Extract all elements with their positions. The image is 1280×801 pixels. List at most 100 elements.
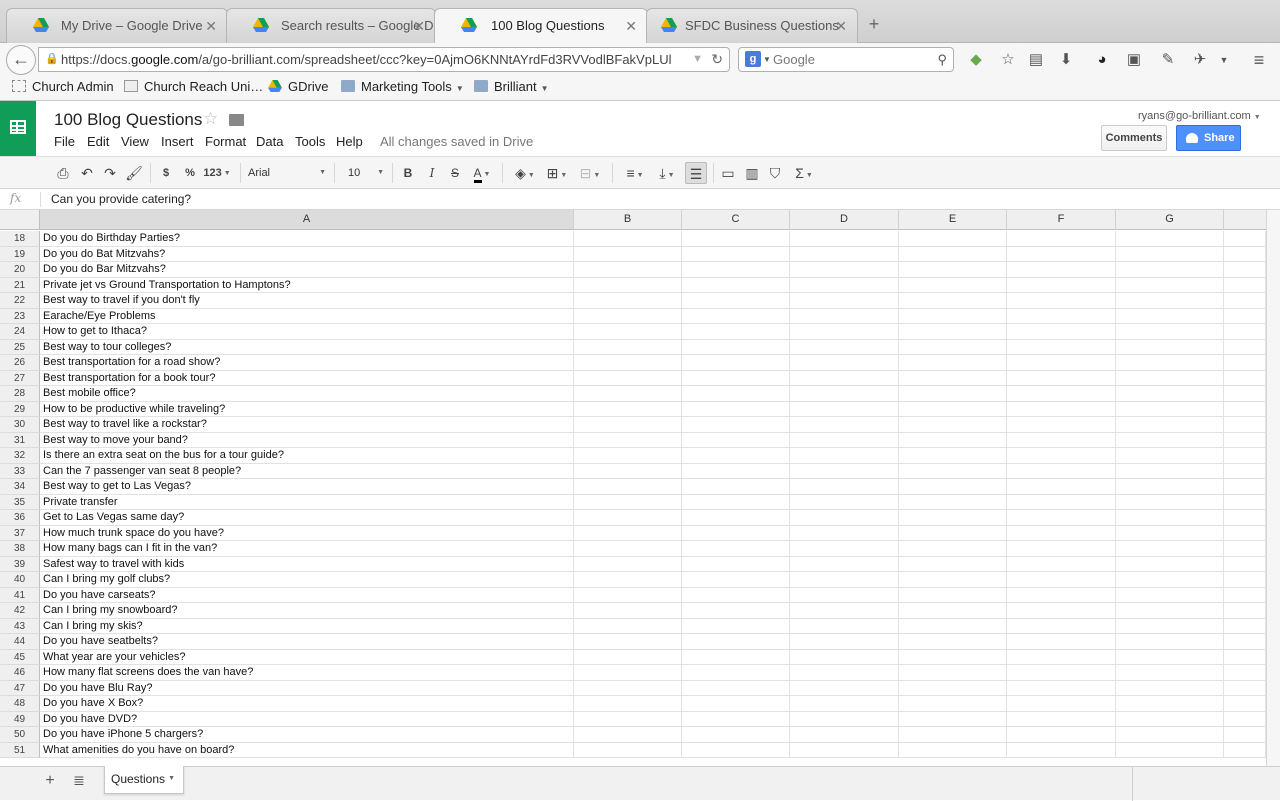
cell-empty[interactable]	[790, 339, 899, 355]
cell-empty[interactable]	[682, 339, 790, 355]
insert-comment-icon[interactable]: ▭	[719, 162, 737, 184]
cell-empty[interactable]	[1224, 649, 1266, 665]
cell-empty[interactable]	[899, 432, 1007, 448]
row-header[interactable]: 32	[0, 448, 40, 464]
cell-empty[interactable]	[1007, 618, 1116, 634]
search-input[interactable]: g ▼ Google ⚲	[738, 47, 954, 72]
cell-empty[interactable]	[899, 494, 1007, 510]
cell-empty[interactable]	[790, 386, 899, 402]
cell-empty[interactable]	[574, 587, 682, 603]
cell-empty[interactable]	[790, 494, 899, 510]
row-header[interactable]: 21	[0, 277, 40, 293]
menu-insert[interactable]: Insert	[161, 134, 194, 149]
cell-empty[interactable]	[1116, 510, 1224, 526]
cell-empty[interactable]	[1116, 463, 1224, 479]
add-sheet-button[interactable]: +	[42, 772, 58, 790]
cell-empty[interactable]	[574, 541, 682, 557]
cell-empty[interactable]	[682, 308, 790, 324]
cell-empty[interactable]	[790, 293, 899, 309]
cell-empty[interactable]	[899, 696, 1007, 712]
search-icon[interactable]: ⚲	[937, 48, 947, 71]
cell-empty[interactable]	[682, 448, 790, 464]
cell-empty[interactable]	[1224, 463, 1266, 479]
row-header[interactable]: 26	[0, 355, 40, 371]
cell-a[interactable]: Best transportation for a road show?	[40, 355, 574, 371]
cell-empty[interactable]	[1224, 246, 1266, 262]
cell-a[interactable]: Do you have carseats?	[40, 587, 574, 603]
cell-empty[interactable]	[1007, 277, 1116, 293]
cell-empty[interactable]	[682, 618, 790, 634]
extension-icon[interactable]: ✎	[1156, 48, 1180, 72]
cell-empty[interactable]	[899, 587, 1007, 603]
cell-empty[interactable]	[574, 246, 682, 262]
cell-empty[interactable]	[1116, 711, 1224, 727]
cell-empty[interactable]	[790, 262, 899, 278]
cell-empty[interactable]	[574, 711, 682, 727]
cell-empty[interactable]	[1007, 696, 1116, 712]
row-header[interactable]: 27	[0, 370, 40, 386]
cell-a[interactable]: Do you have seatbelts?	[40, 634, 574, 650]
cell-empty[interactable]	[790, 308, 899, 324]
cell-empty[interactable]	[574, 572, 682, 588]
cell-a[interactable]: Best way to tour colleges?	[40, 339, 574, 355]
cell-empty[interactable]	[574, 370, 682, 386]
cell-empty[interactable]	[1224, 448, 1266, 464]
cell-empty[interactable]	[790, 618, 899, 634]
paint-format-icon[interactable]: 🖌	[125, 162, 143, 184]
cell-a[interactable]: Can the 7 passenger van seat 8 people?	[40, 463, 574, 479]
cell-empty[interactable]	[1007, 339, 1116, 355]
cell-empty[interactable]	[574, 432, 682, 448]
cell-empty[interactable]	[574, 479, 682, 495]
cell-empty[interactable]	[1116, 293, 1224, 309]
cell-empty[interactable]	[790, 556, 899, 572]
cell-a[interactable]: What year are your vehicles?	[40, 649, 574, 665]
row-header[interactable]: 40	[0, 572, 40, 588]
cell-empty[interactable]	[682, 479, 790, 495]
cell-empty[interactable]	[899, 742, 1007, 758]
cell-empty[interactable]	[790, 742, 899, 758]
cell-empty[interactable]	[1224, 572, 1266, 588]
spreadsheet-grid[interactable]: A B C D E F G 18 Do you do Birthday Parti…	[0, 210, 1280, 766]
cell-empty[interactable]	[1224, 324, 1266, 340]
cell-empty[interactable]	[899, 680, 1007, 696]
row-header[interactable]: 19	[0, 246, 40, 262]
font-family-select[interactable]: Arial ▼	[248, 162, 326, 184]
cell-empty[interactable]	[682, 727, 790, 743]
insert-chart-icon[interactable]: ▥	[743, 162, 761, 184]
cell-empty[interactable]	[1116, 246, 1224, 262]
cell-empty[interactable]	[682, 417, 790, 433]
row-header[interactable]: 24	[0, 324, 40, 340]
cell-empty[interactable]	[682, 541, 790, 557]
column-header-c[interactable]: C	[682, 210, 790, 230]
cell-empty[interactable]	[1007, 355, 1116, 371]
cell-empty[interactable]	[682, 696, 790, 712]
column-header-f[interactable]: F	[1007, 210, 1116, 230]
cell-empty[interactable]	[574, 262, 682, 278]
cell-empty[interactable]	[1116, 262, 1224, 278]
menu-edit[interactable]: Edit	[87, 134, 109, 149]
cell-empty[interactable]	[682, 494, 790, 510]
functions-button[interactable]: Σ ▼	[790, 162, 818, 184]
cell-empty[interactable]	[1224, 401, 1266, 417]
cell-a[interactable]: Do you have Blu Ray?	[40, 680, 574, 696]
cell-empty[interactable]	[899, 479, 1007, 495]
cell-empty[interactable]	[1116, 432, 1224, 448]
vertical-scrollbar[interactable]	[1266, 210, 1280, 766]
cell-empty[interactable]	[790, 665, 899, 681]
cell-empty[interactable]	[682, 711, 790, 727]
cell-empty[interactable]	[899, 308, 1007, 324]
cell-empty[interactable]	[682, 293, 790, 309]
cell-empty[interactable]	[1224, 277, 1266, 293]
menu-data[interactable]: Data	[256, 134, 283, 149]
fill-color-button[interactable]: ◈ ▼	[511, 162, 539, 184]
cell-empty[interactable]	[1007, 541, 1116, 557]
cell-empty[interactable]	[682, 556, 790, 572]
cell-empty[interactable]	[682, 665, 790, 681]
cell-empty[interactable]	[1116, 742, 1224, 758]
cell-empty[interactable]	[574, 510, 682, 526]
cell-empty[interactable]	[899, 649, 1007, 665]
cell-a[interactable]: Best way to travel if you don't fly	[40, 293, 574, 309]
cell-empty[interactable]	[899, 665, 1007, 681]
cell-empty[interactable]	[899, 324, 1007, 340]
cell-empty[interactable]	[1224, 417, 1266, 433]
